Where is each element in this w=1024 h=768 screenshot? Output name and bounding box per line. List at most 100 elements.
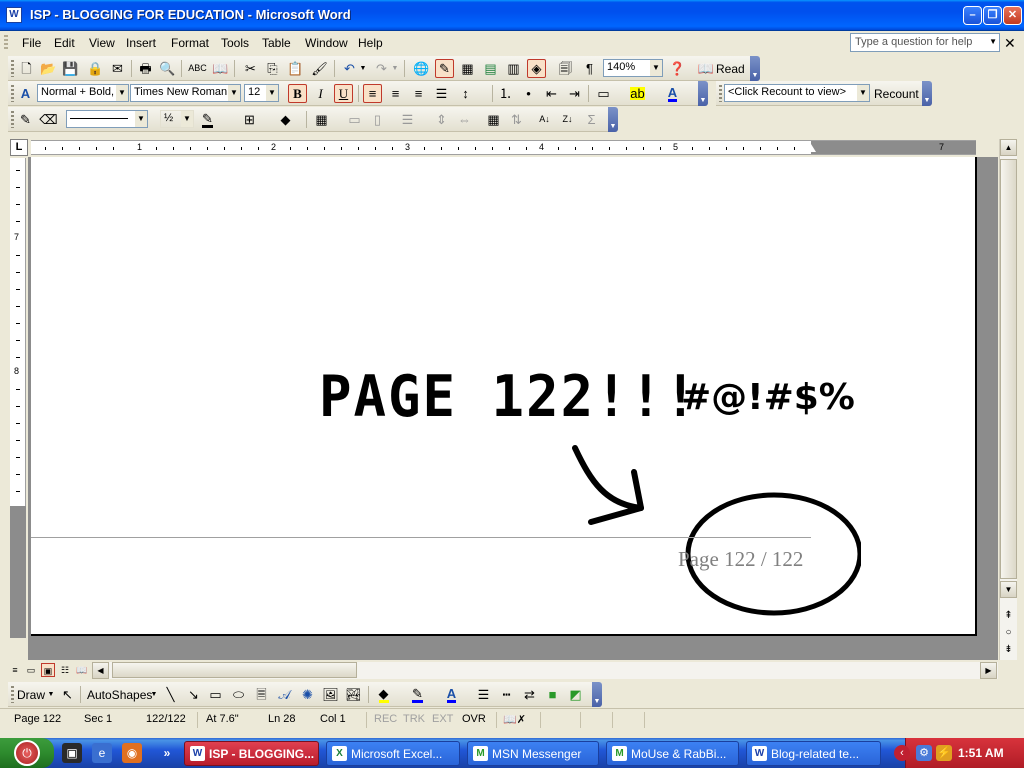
line-tool-icon[interactable]: ╲ [161, 685, 180, 704]
bullets-icon[interactable]: • [519, 84, 538, 103]
toolbar-grip[interactable] [11, 686, 14, 703]
task-msn-messenger[interactable]: M MSN Messenger [467, 741, 599, 766]
3d-style-icon[interactable]: ◩ [566, 685, 585, 704]
help-icon[interactable]: ❓ [668, 59, 687, 78]
restore-button[interactable]: ❐ [983, 6, 1002, 25]
line-style-icon[interactable]: ☰ [474, 685, 493, 704]
arrow-style-icon[interactable]: ⇄ [520, 685, 539, 704]
show-hide-icon[interactable]: ¶ [580, 59, 599, 78]
font-select[interactable]: Times New Roman ▼ [130, 84, 241, 102]
title-bar[interactable]: W ISP - BLOGGING FOR EDUCATION - Microso… [0, 0, 1024, 31]
toolbar-options-icon[interactable]: ▼ [608, 107, 618, 132]
fill-color-icon[interactable]: ◆ [374, 685, 393, 704]
email-icon[interactable]: ✉ [108, 59, 127, 78]
copy-icon[interactable]: ⎘ [263, 59, 282, 78]
lightning-icon[interactable]: ⚡ [936, 745, 952, 761]
menu-edit[interactable]: Edit [54, 36, 75, 50]
border-color-icon[interactable]: ✎ [198, 110, 217, 129]
redo-dropdown-icon[interactable]: ▼ [390, 59, 400, 78]
research-icon[interactable]: 📖 [211, 59, 230, 78]
web-layout-icon[interactable]: ▭ [24, 663, 38, 677]
status-ext[interactable]: EXT [432, 713, 453, 725]
arrow-tool-icon[interactable]: ↘ [184, 685, 203, 704]
autoformat-icon[interactable]: ▦ [484, 110, 503, 129]
toolbar-options-icon[interactable]: ▼ [922, 81, 932, 106]
chevron-down-icon[interactable]: ▼ [135, 111, 147, 127]
tab-selector[interactable]: L [10, 139, 28, 156]
font-color-icon[interactable]: A [442, 685, 461, 704]
autoshapes-menu-button[interactable]: AutoShapes [87, 688, 152, 702]
dropdown-arrow-icon[interactable]: ▼ [989, 37, 997, 46]
menu-format[interactable]: Format [171, 36, 209, 50]
menu-insert[interactable]: Insert [126, 36, 156, 50]
insert-picture-icon[interactable]: 🏞 [344, 685, 363, 704]
eraser-icon[interactable]: ⌫ [39, 110, 58, 129]
normal-view-icon[interactable]: ≡ [8, 663, 22, 677]
font-size-select[interactable]: 12 ▼ [244, 84, 279, 102]
chevron-down-icon[interactable]: ▼ [116, 85, 128, 101]
toolbar-grip[interactable] [11, 111, 14, 128]
recount-button[interactable]: Recount [874, 87, 919, 101]
line-color-icon[interactable]: ✎ [408, 685, 427, 704]
underline-button[interactable]: U [334, 84, 353, 103]
vertical-ruler[interactable]: 7 8 [10, 158, 26, 638]
vertical-scrollbar[interactable]: ▲ ▼ ⇞ ○ ⇟ [999, 139, 1017, 660]
reading-layout-icon[interactable]: 📖 [75, 663, 89, 677]
insert-excel-icon[interactable]: ▤ [481, 59, 500, 78]
save-icon[interactable]: 💾 [61, 59, 80, 78]
tray-expand-icon[interactable]: ‹ [894, 745, 910, 761]
clip-art-icon[interactable]: 🖼 [321, 685, 340, 704]
toolbar-grip[interactable] [11, 60, 14, 77]
vertical-scroll-thumb[interactable] [1000, 159, 1017, 579]
next-page-icon[interactable]: ⇟ [1002, 643, 1015, 656]
align-center-icon[interactable]: ≡ [386, 84, 405, 103]
bold-button[interactable]: B [288, 84, 307, 103]
italic-button[interactable]: I [311, 84, 330, 103]
chevron-down-icon[interactable]: ▼ [46, 685, 56, 704]
task-excel[interactable]: X Microsoft Excel... [326, 741, 460, 766]
new-document-icon[interactable]: 🗋 [17, 59, 36, 78]
line-style-select[interactable]: ▼ [66, 110, 148, 128]
status-rec[interactable]: REC [374, 713, 397, 725]
horizontal-ruler[interactable]: 1 2 3 4 5 7 [31, 140, 976, 155]
draw-menu-button[interactable]: Draw [17, 688, 45, 702]
borders-icon[interactable]: ⊞ [240, 110, 259, 129]
toolbar-options-icon[interactable]: ▼ [698, 81, 708, 106]
text-direction-icon[interactable]: ⇅ [507, 110, 526, 129]
horizontal-scrollbar[interactable]: ◀ ▶ [92, 662, 998, 679]
ask-question-input[interactable]: Type a question for help ▼ [850, 33, 1000, 52]
line-weight-select[interactable]: ½ ▼ [160, 110, 194, 128]
undo-dropdown-icon[interactable]: ▼ [358, 59, 368, 78]
toolbar-grip[interactable] [719, 85, 722, 102]
document-map-icon[interactable]: 🗐 [556, 59, 575, 78]
horizontal-scroll-thumb[interactable] [112, 662, 357, 678]
menu-view[interactable]: View [89, 36, 115, 50]
redo-icon[interactable]: ↷ [372, 59, 391, 78]
scroll-right-icon[interactable]: ▶ [980, 662, 997, 679]
menu-window[interactable]: Window [305, 36, 348, 50]
open-folder-icon[interactable]: 📂 [39, 59, 58, 78]
read-button[interactable]: Read [716, 62, 745, 76]
start-button[interactable]: ⏻ [0, 738, 54, 768]
select-objects-icon[interactable]: ↖ [58, 685, 77, 704]
rectangle-tool-icon[interactable]: ▭ [206, 685, 225, 704]
oval-tool-icon[interactable]: ⬭ [229, 685, 248, 704]
task-word-document[interactable]: W ISP - BLOGGING... [184, 741, 319, 766]
more-quick-launch-icon[interactable]: » [160, 743, 174, 763]
clock[interactable]: 1:51 AM [958, 746, 1004, 760]
menu-tools[interactable]: Tools [221, 36, 249, 50]
insert-table-icon[interactable]: ▦ [458, 59, 477, 78]
increase-indent-icon[interactable]: ⇥ [565, 84, 584, 103]
scroll-left-icon[interactable]: ◀ [92, 662, 109, 679]
outside-border-icon[interactable]: ▭ [594, 84, 613, 103]
sort-ascending-icon[interactable]: A↓ [535, 110, 554, 129]
insert-table-icon[interactable]: ▦ [312, 110, 331, 129]
toolbar-grip[interactable] [11, 85, 14, 102]
permission-icon[interactable]: 🔒 [86, 59, 105, 78]
merge-cells-icon[interactable]: ▭ [345, 110, 364, 129]
font-color-icon[interactable]: A [663, 84, 682, 103]
sort-descending-icon[interactable]: Z↓ [558, 110, 577, 129]
chevron-down-icon[interactable]: ▼ [857, 85, 869, 101]
quick-launch-app-icon[interactable]: ▣ [62, 743, 82, 763]
menu-table[interactable]: Table [262, 36, 291, 50]
